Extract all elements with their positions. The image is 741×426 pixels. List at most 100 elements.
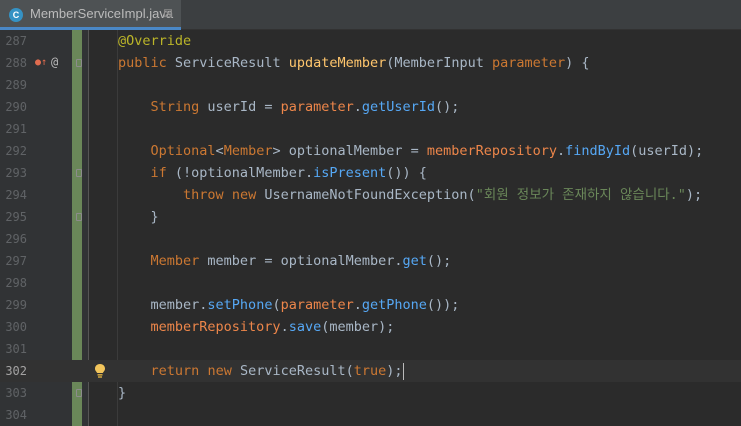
code-line[interactable]: 289 xyxy=(0,74,741,96)
fold-marker-icon[interactable] xyxy=(76,169,82,177)
method-call-token: getPhone xyxy=(361,297,427,313)
punct-token: (); xyxy=(435,99,460,115)
line-number: 288 xyxy=(5,56,27,70)
punct-token: . xyxy=(556,143,566,159)
line-number: 290 xyxy=(5,100,27,114)
line-number: 302 xyxy=(5,364,27,378)
at-icon[interactable]: @ xyxy=(51,55,58,69)
punct-token: } xyxy=(150,209,159,225)
line-number: 289 xyxy=(5,78,27,92)
type-token: MemberInput xyxy=(394,55,484,71)
punct-token: (member); xyxy=(321,319,395,335)
lightbulb-icon[interactable] xyxy=(94,363,106,379)
punct-token: < xyxy=(215,143,224,159)
punct-token: ( xyxy=(345,363,354,379)
plain-token: > optionalMember = xyxy=(272,143,427,159)
editor-tab-bar: C MemberServiceImpl.java ⊠ xyxy=(0,0,741,30)
code-line[interactable]: 299 member.setPhone(parameter.getPhone()… xyxy=(0,294,741,316)
tab-member-service-impl[interactable]: C MemberServiceImpl.java ⊠ xyxy=(0,0,181,30)
method-call-token: setPhone xyxy=(207,297,273,313)
fold-marker-icon[interactable] xyxy=(76,213,82,221)
code-text: } xyxy=(118,206,159,228)
plain-token: member. xyxy=(150,297,208,313)
plain-token: member = optionalMember. xyxy=(199,253,403,269)
method-call-token: isPresent xyxy=(313,165,387,181)
code-line[interactable]: 296 xyxy=(0,228,741,250)
code-line[interactable]: 297 Member member = optionalMember.get()… xyxy=(0,250,741,272)
type-token: ServiceResult xyxy=(174,55,281,71)
tab-label: MemberServiceImpl.java xyxy=(30,6,174,21)
punct-token: ); xyxy=(386,363,403,379)
line-number: 293 xyxy=(5,166,27,180)
code-text: throw new UsernameNotFoundException("회원 … xyxy=(118,184,702,206)
punct-token: . xyxy=(353,297,362,313)
code-line[interactable]: 295 } xyxy=(0,206,741,228)
code-text: public ServiceResult updateMember(Member… xyxy=(118,52,590,74)
code-text: @Override xyxy=(118,30,191,52)
code-text: memberRepository.save(member); xyxy=(118,316,395,338)
code-text: if (!optionalMember.isPresent()) { xyxy=(118,162,427,184)
code-editor[interactable]: 287 @Override 288 ●↑ @ public ServiceRes… xyxy=(0,30,741,426)
type-token: String xyxy=(150,99,200,115)
code-line[interactable]: 290 String userId = parameter.getUserId(… xyxy=(0,96,741,118)
method-call-token: save xyxy=(288,319,322,335)
java-class-icon: C xyxy=(9,8,23,22)
line-number: 295 xyxy=(5,210,27,224)
close-icon[interactable]: ⊠ xyxy=(163,6,173,20)
punct-token: } xyxy=(118,385,127,401)
line-number: 297 xyxy=(5,254,27,268)
code-line[interactable]: 300 memberRepository.save(member); xyxy=(0,316,741,338)
type-token: ServiceResult xyxy=(239,363,346,379)
punct-token: ()) { xyxy=(386,165,427,181)
keyword-token: new xyxy=(207,363,232,379)
param-token: parameter xyxy=(491,55,566,71)
implements-override-icon[interactable]: ●↑ xyxy=(35,57,47,68)
literal-token: true xyxy=(353,363,387,379)
type-token: Optional xyxy=(150,143,216,159)
code-line[interactable]: 287 @Override xyxy=(0,30,741,52)
method-call-token: findById xyxy=(565,143,631,159)
plain-token: userId = xyxy=(199,99,281,115)
line-number: 299 xyxy=(5,298,27,312)
punct-token: ) { xyxy=(565,55,590,71)
code-text: return new ServiceResult(true); xyxy=(118,360,404,382)
code-line[interactable]: 291 xyxy=(0,118,741,140)
code-line[interactable]: 298 xyxy=(0,272,741,294)
punct-token: . xyxy=(280,319,289,335)
keyword-token: if xyxy=(150,165,167,181)
code-line[interactable]: 292 Optional<Member> optionalMember = me… xyxy=(0,140,741,162)
punct-token: (userId); xyxy=(630,143,704,159)
line-number: 287 xyxy=(5,34,27,48)
keyword-token: public xyxy=(118,55,167,71)
type-token: Member xyxy=(223,143,273,159)
fold-marker-icon[interactable] xyxy=(76,59,82,67)
line-number: 300 xyxy=(5,320,27,334)
type-token: Member xyxy=(150,253,200,269)
line-number: 304 xyxy=(5,408,27,422)
line-number: 303 xyxy=(5,386,27,400)
code-line[interactable]: 301 xyxy=(0,338,741,360)
type-token: UsernameNotFoundException xyxy=(264,187,468,203)
text-caret xyxy=(402,362,404,380)
punct-token: . xyxy=(353,99,362,115)
code-line[interactable]: 293 if (!optionalMember.isPresent()) { xyxy=(0,162,741,184)
fold-marker-icon[interactable] xyxy=(76,389,82,397)
method-declaration-token: updateMember xyxy=(288,55,387,71)
line-number: 298 xyxy=(5,276,27,290)
punct-token: ()); xyxy=(426,297,460,313)
keyword-token: throw xyxy=(183,187,224,203)
field-token: parameter xyxy=(280,99,354,115)
keyword-token: new xyxy=(231,187,257,203)
code-line-current[interactable]: 302 return new ServiceResult(true); xyxy=(0,360,741,382)
line-number: 292 xyxy=(5,144,27,158)
code-text: } xyxy=(118,382,126,404)
line-number: 301 xyxy=(5,342,27,356)
code-line[interactable]: 294 throw new UsernameNotFoundException(… xyxy=(0,184,741,206)
code-line[interactable]: 303 } xyxy=(0,382,741,404)
string-token: "회원 정보가 존재하지 않습니다." xyxy=(475,187,686,203)
code-line[interactable]: 288 ●↑ @ public ServiceResult updateMemb… xyxy=(0,52,741,74)
code-text: String userId = parameter.getUserId(); xyxy=(118,96,460,118)
punct-token: ( xyxy=(272,297,281,313)
code-line[interactable]: 304 xyxy=(0,404,741,426)
line-number: 291 xyxy=(5,122,27,136)
